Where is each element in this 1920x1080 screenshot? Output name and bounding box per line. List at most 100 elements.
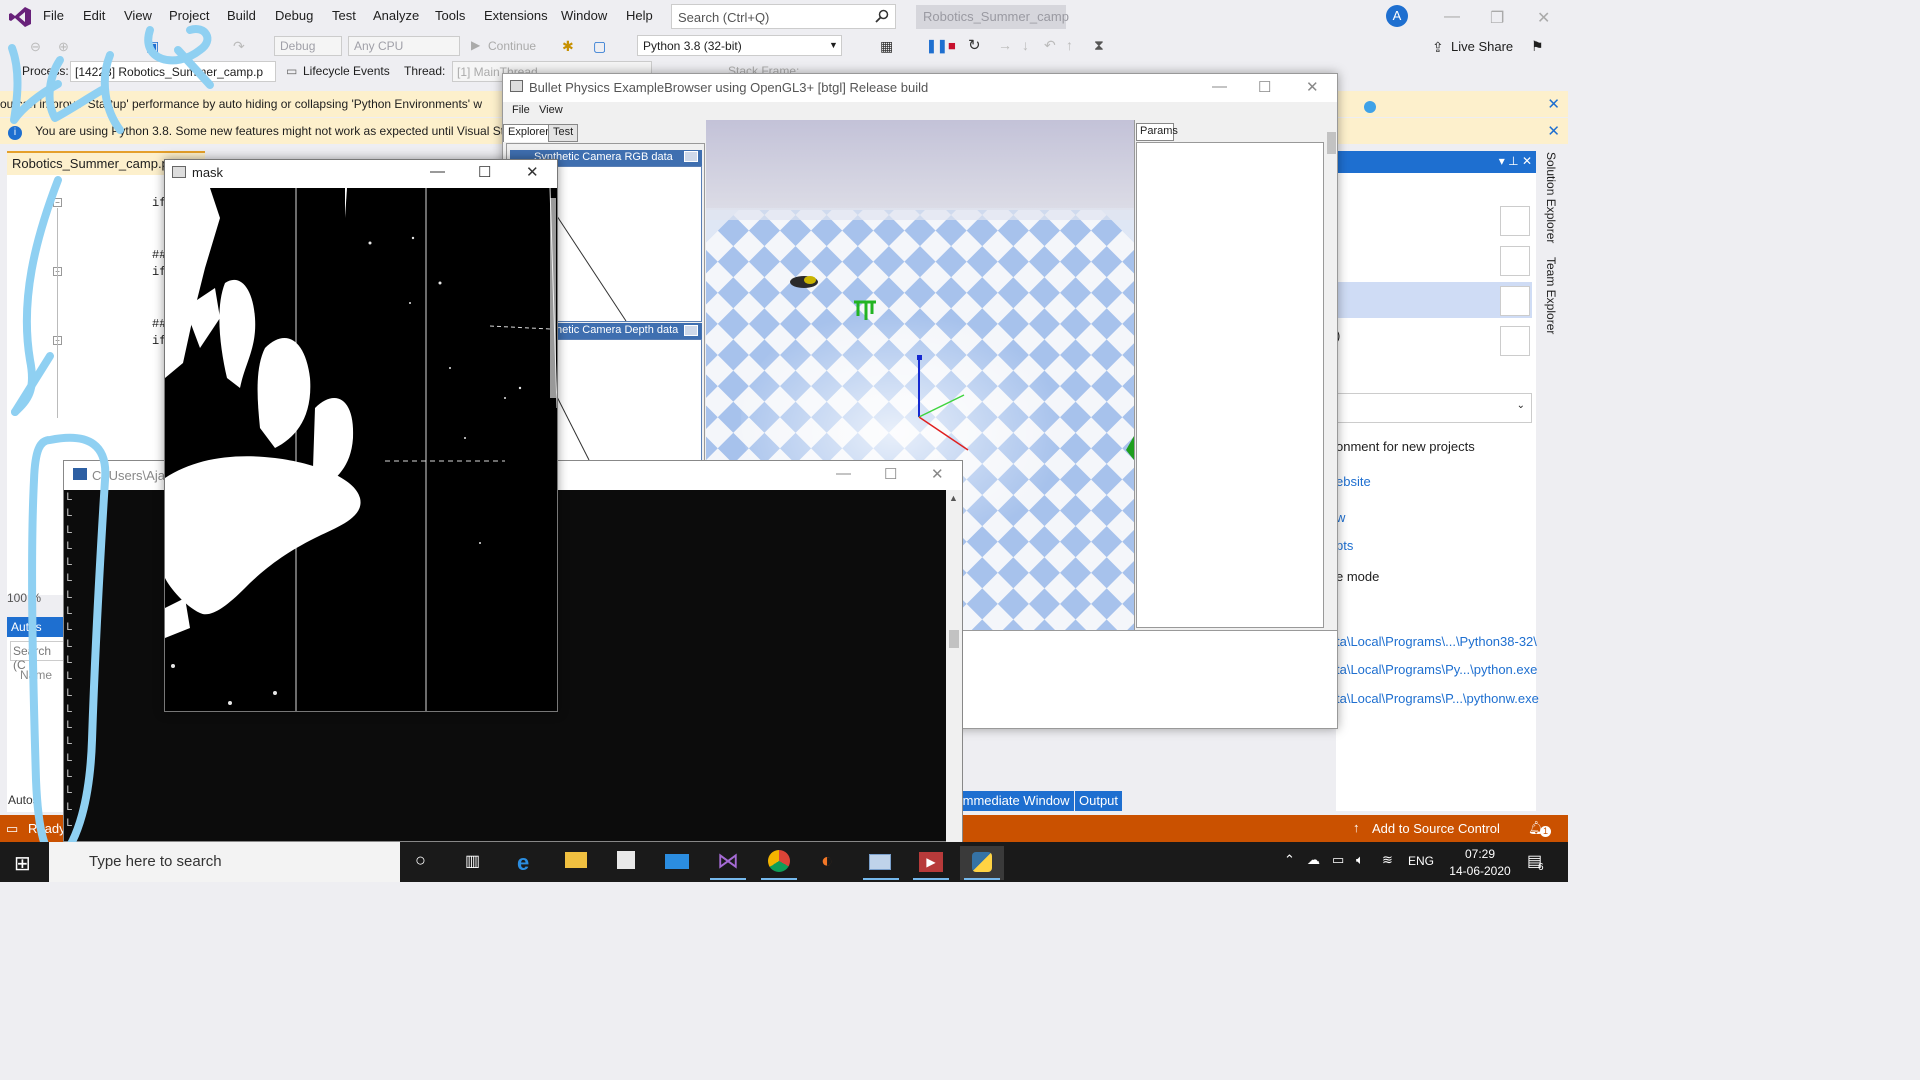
pin-icon[interactable]: ▾ ⊥ ✕ (1499, 154, 1532, 168)
visual-studio-taskbar-icon[interactable]: ⋈ (706, 846, 750, 880)
menu-tools[interactable]: Tools (435, 8, 465, 23)
platform-combo[interactable]: Any CPU (348, 36, 460, 56)
menu-view[interactable]: View (124, 8, 152, 23)
battery-icon[interactable]: ▭ (1332, 852, 1344, 868)
se-path-link[interactable]: ta\Local\Programs\P...\pythonw.exe (1336, 691, 1539, 706)
edge-icon[interactable]: e (505, 846, 549, 880)
python-env-icon[interactable] (1500, 286, 1530, 316)
collapse-icon[interactable] (684, 151, 698, 162)
continue-button[interactable]: Continue (488, 39, 536, 53)
bullet-menu-view[interactable]: View (539, 104, 563, 116)
continue-icon[interactable]: ▶ (471, 38, 480, 52)
media-player-icon[interactable]: ▶ (909, 846, 953, 880)
mail-icon[interactable] (655, 846, 699, 880)
forward-icon[interactable]: ⊕ (58, 39, 69, 55)
python-taskbar-icon[interactable] (960, 846, 1004, 880)
tab-autos[interactable]: Autos (8, 793, 39, 807)
collapse-icon[interactable] (684, 325, 698, 336)
store-icon[interactable] (605, 846, 649, 880)
file-explorer-icon[interactable] (555, 846, 599, 880)
tab-immediate-window[interactable]: Immediate Window (955, 791, 1074, 811)
language-indicator[interactable]: ENG (1408, 854, 1434, 868)
menu-file[interactable]: File (43, 8, 64, 23)
environment-combo[interactable]: ⌄ (1336, 393, 1532, 423)
screen-icon[interactable]: ▢ (593, 38, 606, 55)
step-out-icon[interactable]: ↑ (1066, 37, 1073, 53)
onedrive-icon[interactable]: ☁ (1307, 852, 1320, 868)
python-env-icon[interactable] (1500, 206, 1530, 236)
tab-output[interactable]: Output (1075, 791, 1123, 811)
close-icon[interactable]: ✕ (1537, 8, 1550, 28)
pause-icon[interactable]: ❚❚ (926, 38, 948, 54)
tab-explorer[interactable]: Explorer (503, 124, 554, 142)
menu-edit[interactable]: Edit (83, 8, 105, 23)
hot-reload-icon[interactable]: ⧗ (1094, 37, 1104, 54)
redo-icon[interactable]: ↷ (233, 38, 245, 55)
task-view-icon[interactable]: ▥ (465, 851, 480, 871)
se-path-link[interactable]: ta\Local\Programs\Py...\python.exe (1336, 662, 1537, 677)
add-to-source-control[interactable]: Add to Source Control (1372, 821, 1500, 836)
menu-analyze[interactable]: Analyze (373, 8, 419, 23)
scrollbar[interactable] (1326, 120, 1337, 630)
python-environment-combo[interactable]: Python 3.8 (32-bit) (637, 35, 842, 56)
fold-toggle-icon[interactable]: − (53, 198, 62, 207)
console-scrollbar[interactable]: ▲ (946, 490, 962, 842)
cortana-icon[interactable]: ○ (415, 850, 426, 871)
close-icon[interactable]: ✕ (1547, 122, 1560, 140)
se-item[interactable]: e mode (1336, 569, 1379, 584)
clock[interactable]: 07:29 14-06-2020 (1445, 846, 1515, 880)
se-link[interactable]: ebsite (1336, 474, 1371, 489)
jupyter-icon[interactable]: ◐ (808, 846, 852, 880)
tab-params[interactable]: Params (1136, 123, 1178, 141)
autos-search-input[interactable]: Search (C (10, 641, 70, 672)
process-combo[interactable]: [14228] Robotics_Summer_camp.p (70, 61, 276, 82)
tab-solution-explorer[interactable]: Solution Explorer (1540, 152, 1558, 243)
minimize-icon[interactable]: — (1444, 8, 1460, 26)
se-item[interactable]: onment for new projects (1336, 439, 1475, 454)
menu-build[interactable]: Build (227, 8, 256, 23)
close-icon[interactable]: ✕ (1306, 78, 1319, 96)
menu-test[interactable]: Test (332, 8, 356, 23)
menu-help[interactable]: Help (626, 8, 653, 23)
vs-search-box[interactable]: Search (Ctrl+Q) (671, 4, 896, 29)
bullet-app-icon[interactable] (859, 846, 903, 880)
restore-icon[interactable]: ❐ (1490, 8, 1504, 28)
close-icon[interactable]: ✕ (931, 465, 944, 483)
lifecycle-events-dropdown[interactable]: Lifecycle Events (303, 64, 390, 78)
se-path-link[interactable]: ta\Local\Programs\...\Python38-32\ (1336, 634, 1537, 649)
bullet-menu-file[interactable]: File (512, 104, 530, 116)
feedback-icon[interactable]: ⚑ (1531, 38, 1544, 55)
chrome-icon[interactable] (757, 846, 801, 880)
step-into-icon[interactable]: ↓ (1022, 37, 1029, 53)
windows-start-icon[interactable]: ⊞ (14, 851, 31, 876)
save-all-icon[interactable]: ▣ (146, 38, 159, 55)
tab-test[interactable]: Test (548, 124, 579, 142)
zoom-combo[interactable]: 100 % (7, 591, 65, 609)
menu-project[interactable]: Project (169, 8, 209, 23)
minimize-icon[interactable]: — (836, 465, 851, 482)
stop-icon[interactable]: ■ (948, 38, 956, 53)
wifi-icon[interactable]: ≋ (1382, 852, 1393, 868)
minimize-icon[interactable]: — (430, 163, 445, 180)
volume-icon[interactable]: 🔈︎ (1356, 852, 1364, 868)
minimize-icon[interactable]: — (1212, 78, 1227, 95)
layout-icon[interactable]: ▦ (880, 38, 893, 55)
maximize-icon[interactable]: ☐ (884, 465, 897, 483)
python-env-icon[interactable] (1500, 326, 1530, 356)
maximize-icon[interactable]: ☐ (478, 163, 491, 181)
step-over-icon[interactable]: → (998, 37, 1012, 53)
step-back-icon[interactable]: ↶ (1044, 37, 1056, 54)
live-share-button[interactable]: Live Share (1451, 39, 1513, 54)
taskbar-search[interactable]: Type here to search (49, 842, 400, 882)
maximize-icon[interactable]: ☐ (1258, 78, 1271, 96)
close-icon[interactable]: ✕ (526, 163, 539, 181)
process-icon[interactable]: ✱ (562, 38, 574, 55)
close-icon[interactable]: ✕ (1547, 95, 1560, 113)
se-link[interactable]: pts (1336, 538, 1353, 553)
chevron-up-icon[interactable]: ⌃ (1284, 852, 1295, 868)
tab-team-explorer[interactable]: Team Explorer (1540, 257, 1558, 334)
user-avatar[interactable]: A (1386, 5, 1408, 27)
menu-window[interactable]: Window (561, 8, 607, 23)
menu-extensions[interactable]: Extensions (484, 8, 548, 23)
python-env-icon[interactable] (1500, 246, 1530, 276)
